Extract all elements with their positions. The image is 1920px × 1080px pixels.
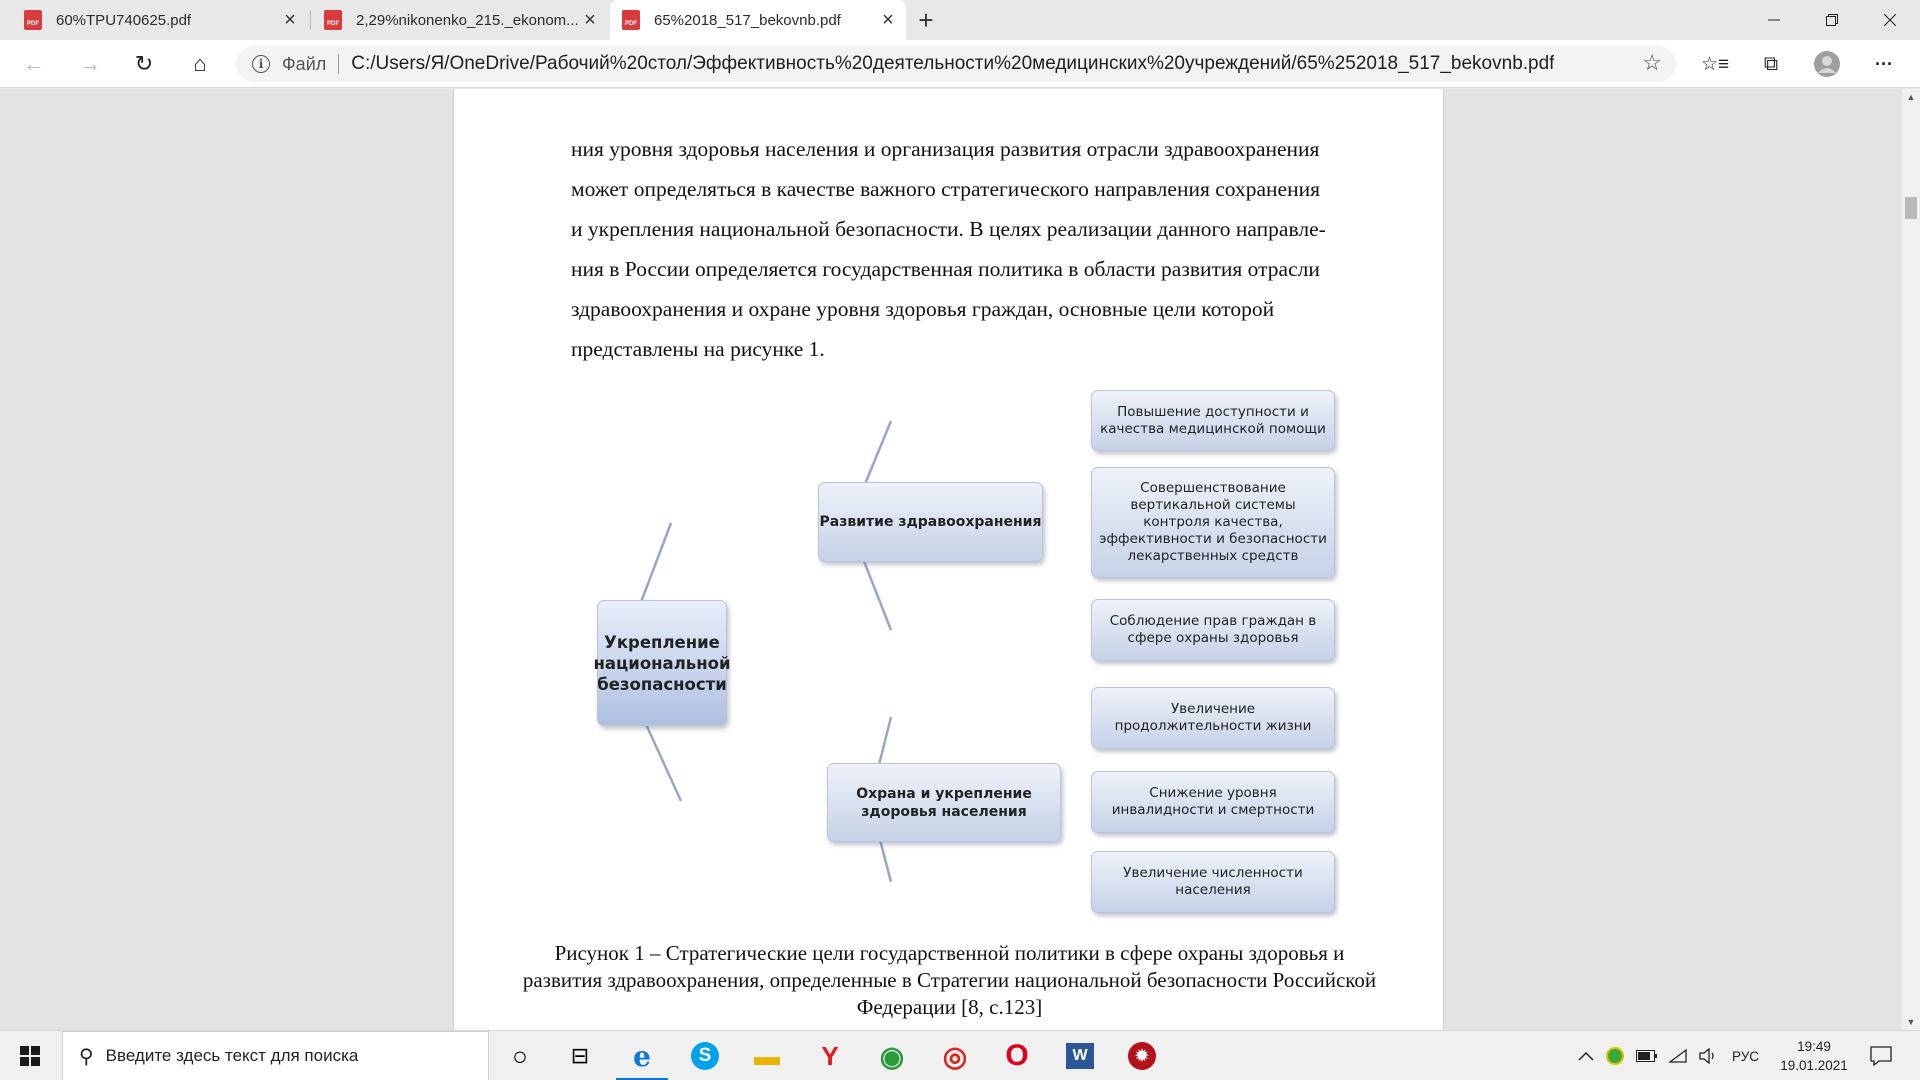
task-view-icon[interactable]: ○ bbox=[500, 1036, 540, 1076]
restore-icon bbox=[1826, 14, 1838, 26]
clock-time: 19:49 bbox=[1797, 1039, 1831, 1054]
minimize-icon bbox=[1768, 19, 1780, 21]
action-center-button[interactable] bbox=[1870, 1031, 1892, 1080]
collections-button[interactable]: ⧉ bbox=[1753, 48, 1789, 80]
battery-icon-graphic bbox=[1636, 1050, 1657, 1062]
pdf-file-icon: PDF bbox=[324, 10, 342, 30]
network-icon[interactable] bbox=[1668, 1031, 1688, 1080]
home-button[interactable]: ⌂ bbox=[182, 48, 218, 80]
info-icon[interactable]: i bbox=[252, 55, 270, 73]
leaf-node: Снижение уровня инвалидности и смертност… bbox=[1091, 771, 1335, 833]
timeline-icon[interactable]: ⊟ bbox=[560, 1036, 600, 1076]
url-divider bbox=[338, 54, 340, 74]
dark-red-app-icon[interactable]: ✹ bbox=[1122, 1036, 1162, 1076]
pdf-file-icon: PDF bbox=[622, 10, 640, 30]
branch-node-healthcare-development: Развитие здравоохранения bbox=[818, 482, 1043, 562]
scrollbar-thumb[interactable] bbox=[1905, 197, 1917, 219]
figure-caption: Рисунок 1 – Стратегические цели государс… bbox=[522, 941, 1377, 1019]
search-icon: ⚲ bbox=[79, 1045, 94, 1068]
close-tab-icon[interactable]: × bbox=[580, 10, 600, 30]
wifi-icon bbox=[1668, 1048, 1687, 1063]
settings-menu-button[interactable]: ··· bbox=[1866, 48, 1902, 80]
scroll-up-arrow-icon[interactable]: ▲ bbox=[1902, 89, 1920, 105]
taskbar-search-box[interactable]: ⚲ Введите здесь текст для поиска bbox=[62, 1031, 489, 1080]
root-node: Укрепление национальной безопасности bbox=[594, 600, 731, 726]
input-language-indicator[interactable]: РУС bbox=[1732, 1031, 1759, 1080]
close-tab-icon[interactable]: × bbox=[280, 10, 300, 30]
leaf-node: Увеличение продолжительности жизни bbox=[1091, 687, 1335, 749]
tray-app-icon[interactable] bbox=[1606, 1031, 1624, 1080]
notification-icon bbox=[1870, 1046, 1892, 1066]
url-text[interactable]: C:/Users/Я/OneDrive/Рабочий%20стол/Эффек… bbox=[351, 53, 1554, 75]
word-icon[interactable]: W bbox=[1060, 1036, 1100, 1076]
start-button[interactable] bbox=[0, 1031, 60, 1080]
dark-red-badge: ✹ bbox=[1128, 1042, 1156, 1070]
windows-taskbar: ⚲ Введите здесь текст для поиска ○ ⊟ e S… bbox=[0, 1030, 1920, 1080]
minimize-button[interactable] bbox=[1746, 0, 1802, 40]
vertical-scrollbar[interactable]: ▲ ▼ bbox=[1902, 89, 1920, 1030]
edge-browser-icon[interactable]: e bbox=[616, 1036, 668, 1080]
scroll-down-arrow-icon[interactable]: ▼ bbox=[1902, 1014, 1920, 1030]
pdf-page: ния уровня здоровья населения и организа… bbox=[453, 89, 1444, 1030]
leaf-node: Увеличение численности населения bbox=[1091, 851, 1335, 913]
leaf-node: Соблюдение прав граждан в сфере охраны з… bbox=[1091, 599, 1335, 661]
yandex-browser-icon[interactable]: Y bbox=[810, 1036, 850, 1076]
branch-node-health-protection: Охрана и укрепление здоровья населения bbox=[827, 763, 1061, 842]
favorites-button[interactable]: ☆≡ bbox=[1697, 48, 1733, 80]
restore-button[interactable] bbox=[1804, 0, 1860, 40]
reload-button[interactable]: ↻ bbox=[126, 48, 162, 80]
tab-3-active[interactable]: PDF 65%2018_517_bekovnb.pdf × bbox=[610, 0, 906, 40]
show-hidden-icons-button[interactable] bbox=[1578, 1031, 1594, 1080]
tab-title: 60%TPU740625.pdf bbox=[56, 11, 192, 29]
opera-icon[interactable]: O bbox=[997, 1036, 1037, 1076]
close-tab-icon[interactable]: × bbox=[878, 10, 898, 30]
add-favorite-star-icon[interactable]: ☆ bbox=[1642, 50, 1662, 76]
tab-1[interactable]: PDF 60%TPU740625.pdf × bbox=[12, 0, 308, 40]
chrome-icon[interactable]: ◉ bbox=[872, 1036, 912, 1076]
navigation-bar: ← → ↻ ⌂ i Файл C:/Users/Я/OneDrive/Рабоч… bbox=[0, 40, 1920, 88]
leaf-node: Повышение доступности и качества медицин… bbox=[1091, 390, 1335, 451]
clock-date: 19.01.2021 bbox=[1780, 1058, 1848, 1073]
address-bar[interactable]: i Файл C:/Users/Я/OneDrive/Рабочий%20сто… bbox=[236, 46, 1676, 82]
chevron-up-icon bbox=[1578, 1051, 1594, 1061]
close-icon bbox=[1884, 14, 1896, 26]
green-tray-icon bbox=[1606, 1047, 1624, 1065]
strategic-goals-diagram: Укрепление национальной безопасности Раз… bbox=[454, 89, 1445, 1030]
system-clock[interactable]: 19:49 19.01.2021 bbox=[1773, 1037, 1855, 1075]
avatar-icon bbox=[1814, 51, 1840, 77]
pdf-viewer[interactable]: ния уровня здоровья населения и организа… bbox=[0, 89, 1920, 1030]
tab-2[interactable]: PDF 2,29%nikonenko_215._ekonom... × bbox=[312, 0, 608, 40]
red-circle-app-icon[interactable]: ◎ bbox=[935, 1036, 975, 1076]
profile-button[interactable] bbox=[1809, 48, 1845, 80]
volume-icon[interactable] bbox=[1698, 1031, 1718, 1080]
url-scheme-label: Файл bbox=[282, 53, 327, 74]
leaf-node: Совершенствование вертикальной системы к… bbox=[1091, 467, 1335, 578]
speaker-icon bbox=[1699, 1048, 1714, 1064]
close-window-button[interactable] bbox=[1862, 0, 1918, 40]
skype-icon[interactable]: S bbox=[685, 1036, 725, 1076]
word-badge: W bbox=[1066, 1043, 1094, 1069]
tab-title: 65%2018_517_bekovnb.pdf bbox=[654, 11, 841, 29]
pdf-file-icon: PDF bbox=[24, 10, 42, 30]
new-tab-button[interactable]: + bbox=[910, 4, 942, 36]
tab-title: 2,29%nikonenko_215._ekonom... bbox=[356, 11, 579, 29]
file-explorer-icon[interactable]: ▬ bbox=[747, 1036, 787, 1076]
forward-button[interactable]: → bbox=[72, 48, 108, 80]
back-button[interactable]: ← bbox=[16, 48, 52, 80]
battery-icon[interactable] bbox=[1636, 1031, 1658, 1080]
skype-badge: S bbox=[691, 1042, 719, 1070]
search-placeholder: Введите здесь текст для поиска bbox=[105, 1046, 359, 1065]
windows-logo-icon bbox=[20, 1046, 40, 1066]
tab-divider bbox=[310, 10, 311, 30]
tab-strip: PDF 60%TPU740625.pdf × PDF 2,29%nikonenk… bbox=[0, 0, 1920, 40]
